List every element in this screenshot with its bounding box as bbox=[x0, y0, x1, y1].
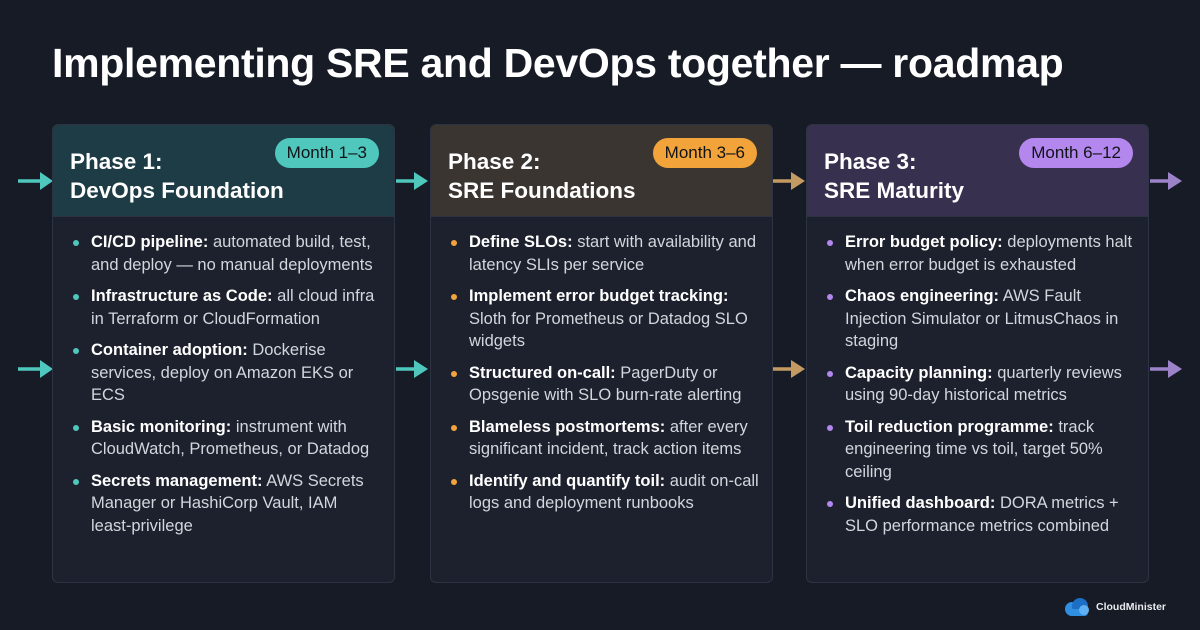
item-text: Sloth for Prometheus or Datadog SLO widg… bbox=[469, 309, 748, 351]
arrow-into-phase1-bottom-icon bbox=[18, 360, 53, 378]
list-item: Structured on-call: PagerDuty or Opsgeni… bbox=[448, 362, 760, 407]
brand-name: CloudMinister bbox=[1096, 601, 1166, 613]
item-heading: Infrastructure as Code: bbox=[91, 287, 273, 305]
phase-3-title-line1: Phase 3: bbox=[824, 149, 917, 174]
arrow-out-phase3-top-icon bbox=[1150, 172, 1182, 190]
phase-2-header: Phase 2: SRE Foundations Month 3–6 bbox=[431, 125, 772, 217]
item-heading: Define SLOs: bbox=[469, 233, 573, 251]
bullet-icon bbox=[827, 424, 833, 431]
item-heading: Secrets management: bbox=[91, 471, 263, 490]
bullet-icon bbox=[827, 501, 833, 507]
bullet-icon bbox=[73, 240, 79, 246]
phase-2-title-line1: Phase 2: bbox=[448, 149, 541, 174]
bullet-icon bbox=[73, 478, 79, 485]
bullet-icon bbox=[827, 240, 833, 246]
phase-1-header: Phase 1: DevOps Foundation Month 1–3 bbox=[53, 125, 394, 217]
bullet-icon bbox=[827, 294, 833, 300]
arrow-phase1-to-phase2-bottom-icon bbox=[396, 360, 428, 378]
phase-1-title: Phase 1: DevOps Foundation bbox=[70, 147, 284, 205]
list-item: Infrastructure as Code: all cloud infra … bbox=[70, 285, 382, 330]
list-item: Container adoption: Dockerise services, … bbox=[70, 339, 382, 407]
list-item: CI/CD pipeline: automated build, test, a… bbox=[70, 231, 382, 276]
phase-1-list: CI/CD pipeline: automated build, test, a… bbox=[53, 217, 394, 537]
phase-3-title: Phase 3: SRE Maturity bbox=[824, 147, 964, 205]
bullet-icon bbox=[73, 294, 79, 300]
item-heading: Structured on-call: bbox=[469, 363, 616, 382]
list-item: Capacity planning: quarterly reviews usi… bbox=[824, 362, 1136, 407]
bullet-icon bbox=[451, 240, 457, 246]
list-item: Error budget policy: deployments halt wh… bbox=[824, 231, 1136, 276]
list-item: Identify and quantify toil: audit on-cal… bbox=[448, 470, 760, 515]
bullet-icon bbox=[73, 348, 79, 354]
phase-2-title: Phase 2: SRE Foundations bbox=[448, 147, 636, 205]
bullet-icon bbox=[451, 370, 457, 377]
bullet-icon bbox=[451, 294, 457, 300]
list-item: Define SLOs: start with availability and… bbox=[448, 231, 760, 276]
phase-2-list: Define SLOs: start with availability and… bbox=[431, 217, 772, 515]
phase-2-timeline-badge: Month 3–6 bbox=[652, 138, 757, 168]
arrow-phase2-to-phase3-top-icon bbox=[773, 172, 805, 190]
item-heading: Identify and quantify toil: bbox=[469, 471, 666, 490]
phase-3-card: Phase 3: SRE Maturity Month 6–12 Error b… bbox=[806, 124, 1149, 583]
list-item: Basic monitoring: instrument with CloudW… bbox=[70, 416, 382, 461]
item-heading: Toil reduction programme: bbox=[845, 417, 1054, 436]
list-item: Blameless postmortems: after every signi… bbox=[448, 416, 760, 461]
phase-1-title-line2: DevOps Foundation bbox=[70, 178, 284, 203]
list-item: Unified dashboard: DORA metrics + SLO pe… bbox=[824, 492, 1136, 537]
phase-3-header: Phase 3: SRE Maturity Month 6–12 bbox=[807, 125, 1148, 217]
bullet-icon bbox=[827, 370, 833, 377]
item-heading: Error budget policy: bbox=[845, 233, 1003, 251]
list-item: Toil reduction programme: track engineer… bbox=[824, 416, 1136, 484]
item-heading: Blameless postmortems: bbox=[469, 417, 666, 436]
item-heading: Implement error budget tracking: bbox=[469, 287, 729, 305]
phase-1-title-line1: Phase 1: bbox=[70, 149, 163, 174]
item-heading: Unified dashboard: bbox=[845, 494, 996, 512]
arrow-phase2-to-phase3-bottom-icon bbox=[773, 360, 805, 378]
phase-3-title-line2: SRE Maturity bbox=[824, 178, 965, 203]
bullet-icon bbox=[73, 424, 79, 431]
list-item: Implement error budget tracking: Sloth f… bbox=[448, 285, 760, 353]
phase-3-list: Error budget policy: deployments halt wh… bbox=[807, 217, 1148, 537]
item-heading: CI/CD pipeline: bbox=[91, 233, 209, 251]
phase-1-timeline-badge: Month 1–3 bbox=[274, 138, 379, 168]
arrow-out-phase3-bottom-icon bbox=[1150, 360, 1182, 378]
arrow-into-phase1-top-icon bbox=[18, 172, 53, 190]
bullet-icon bbox=[451, 424, 457, 431]
item-heading: Container adoption: bbox=[91, 341, 248, 359]
item-heading: Capacity planning: bbox=[845, 363, 993, 382]
phase-2-card: Phase 2: SRE Foundations Month 3–6 Defin… bbox=[430, 124, 773, 583]
list-item: Secrets management: AWS Secrets Manager … bbox=[70, 470, 382, 538]
item-heading: Basic monitoring: bbox=[91, 417, 232, 436]
phase-2-title-line2: SRE Foundations bbox=[448, 178, 636, 203]
page-title: Implementing SRE and DevOps together — r… bbox=[52, 40, 1064, 86]
bullet-icon bbox=[451, 478, 457, 485]
list-item: Chaos engineering: AWS Fault Injection S… bbox=[824, 285, 1136, 353]
arrow-phase1-to-phase2-top-icon bbox=[396, 172, 428, 190]
item-heading: Chaos engineering: bbox=[845, 287, 1000, 305]
cloud-logo-icon bbox=[1065, 598, 1089, 616]
phase-1-card: Phase 1: DevOps Foundation Month 1–3 CI/… bbox=[52, 124, 395, 583]
phase-3-timeline-badge: Month 6–12 bbox=[1019, 138, 1133, 168]
brand-logo[interactable]: CloudMinister bbox=[1062, 597, 1166, 617]
